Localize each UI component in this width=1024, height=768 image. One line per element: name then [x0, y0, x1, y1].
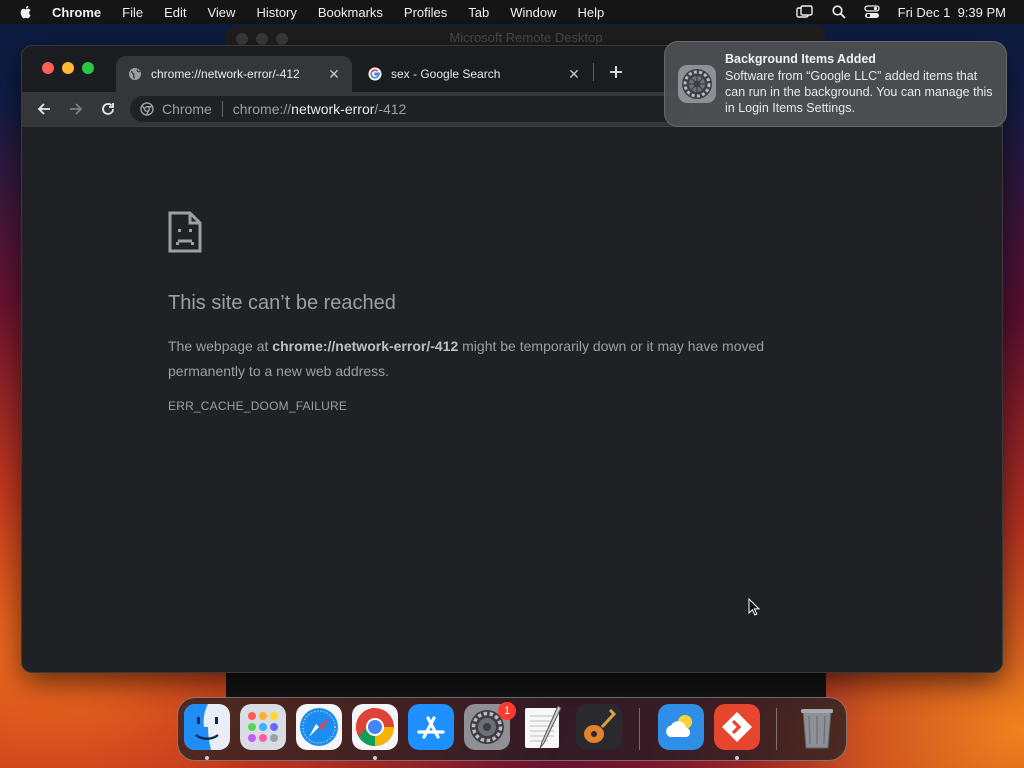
- zoom-window-button[interactable]: [82, 62, 94, 74]
- menu-bar: Chrome File Edit View History Bookmarks …: [0, 0, 1024, 24]
- arrow-left-icon: [37, 103, 50, 115]
- screen-mirroring-icon[interactable]: [795, 5, 814, 19]
- remote-desktop-window-title: Microsoft Remote Desktop: [449, 30, 603, 45]
- menu-tab[interactable]: Tab: [468, 5, 489, 20]
- google-icon: [368, 67, 382, 81]
- background-items-notification[interactable]: Background Items Added Software from “Go…: [664, 41, 1007, 127]
- error-code: ERR_CACHE_DOOM_FAILURE: [168, 399, 348, 413]
- safari-icon[interactable]: [296, 704, 342, 750]
- error-message: The webpage at chrome://network-error/-4…: [168, 334, 828, 384]
- page-content: This site can’t be reached The webpage a…: [22, 127, 1002, 672]
- reload-icon: [102, 103, 114, 115]
- menu-app-name[interactable]: Chrome: [52, 5, 101, 20]
- tab-title: chrome://network-error/-412: [151, 67, 300, 81]
- notification-body: Software from “Google LLC” added items t…: [725, 69, 993, 115]
- notification-title: Background Items Added: [725, 52, 876, 66]
- textedit-icon[interactable]: [520, 704, 566, 750]
- menu-bookmarks[interactable]: Bookmarks: [318, 5, 383, 20]
- error-title: This site can’t be reached: [168, 292, 396, 314]
- chrome-running-indicator: [373, 756, 377, 760]
- error-url: chrome://network-error/-412: [272, 338, 459, 354]
- close-tab-icon[interactable]: ✕: [324, 64, 344, 84]
- weather-icon[interactable]: [658, 704, 704, 750]
- finder-running-indicator: [205, 756, 209, 760]
- menu-window[interactable]: Window: [510, 5, 556, 20]
- close-window-button[interactable]: [42, 62, 54, 74]
- url-prefix: chrome://: [232, 101, 292, 117]
- chrome-logo-icon: [140, 102, 154, 116]
- finder-icon[interactable]: [184, 704, 230, 750]
- url-text: chrome://network-error/-412: [223, 101, 407, 117]
- control-center-icon[interactable]: [863, 5, 880, 19]
- menu-help[interactable]: Help: [578, 5, 605, 20]
- minimize-window-button[interactable]: [62, 62, 74, 74]
- site-info-chip[interactable]: Chrome: [130, 101, 223, 117]
- menu-history[interactable]: History: [256, 5, 296, 20]
- remote-desktop-window-bottom: [226, 672, 826, 698]
- garageband-icon[interactable]: [576, 704, 622, 750]
- error-text-before: The webpage at: [168, 338, 273, 354]
- spotlight-search-icon[interactable]: [832, 5, 846, 19]
- chrome-window: chrome://network-error/-412 ✕ sex - Goog…: [22, 46, 1002, 672]
- tab-google-search[interactable]: sex - Google Search ✕: [356, 56, 592, 92]
- app-store-icon[interactable]: [408, 704, 454, 750]
- chrome-icon[interactable]: [352, 704, 398, 750]
- settings-notification-badge: 1: [498, 702, 516, 720]
- dock-separator: [639, 708, 640, 750]
- menu-file[interactable]: File: [122, 5, 143, 20]
- reload-button[interactable]: [97, 98, 119, 120]
- remote-desktop-running-indicator: [735, 756, 739, 760]
- system-settings-icon: [678, 65, 716, 103]
- launchpad-icon[interactable]: [240, 704, 286, 750]
- sad-page-icon: [168, 211, 202, 253]
- new-tab-button[interactable]: [606, 62, 626, 82]
- menu-edit[interactable]: Edit: [164, 5, 186, 20]
- tab-title: sex - Google Search: [391, 67, 501, 81]
- menu-profiles[interactable]: Profiles: [404, 5, 447, 20]
- window-controls: [42, 62, 94, 74]
- tab-network-error[interactable]: chrome://network-error/-412 ✕: [116, 56, 352, 92]
- dock: 1: [177, 697, 847, 761]
- menu-view[interactable]: View: [207, 5, 235, 20]
- site-info-label: Chrome: [162, 101, 212, 117]
- trash-icon[interactable]: [794, 704, 840, 750]
- address-bar[interactable]: Chrome chrome://network-error/-412: [130, 96, 690, 122]
- url-suffix: /-412: [374, 101, 407, 117]
- close-tab-icon[interactable]: ✕: [564, 64, 584, 84]
- arrow-right-icon: [70, 103, 83, 115]
- mouse-cursor-icon: [748, 598, 760, 616]
- menu-clock[interactable]: Fri Dec 1 9:39 PM: [898, 5, 1006, 20]
- plus-icon: [610, 66, 622, 78]
- apple-icon[interactable]: [18, 4, 34, 20]
- remote-desktop-icon[interactable]: [714, 704, 760, 750]
- tab-divider: [593, 63, 594, 81]
- globe-icon: [129, 68, 141, 80]
- url-host: network-error: [291, 101, 375, 117]
- dock-separator: [776, 708, 777, 750]
- remote-desktop-window-controls: [236, 33, 288, 45]
- back-button[interactable]: [33, 98, 55, 120]
- forward-button[interactable]: [65, 98, 87, 120]
